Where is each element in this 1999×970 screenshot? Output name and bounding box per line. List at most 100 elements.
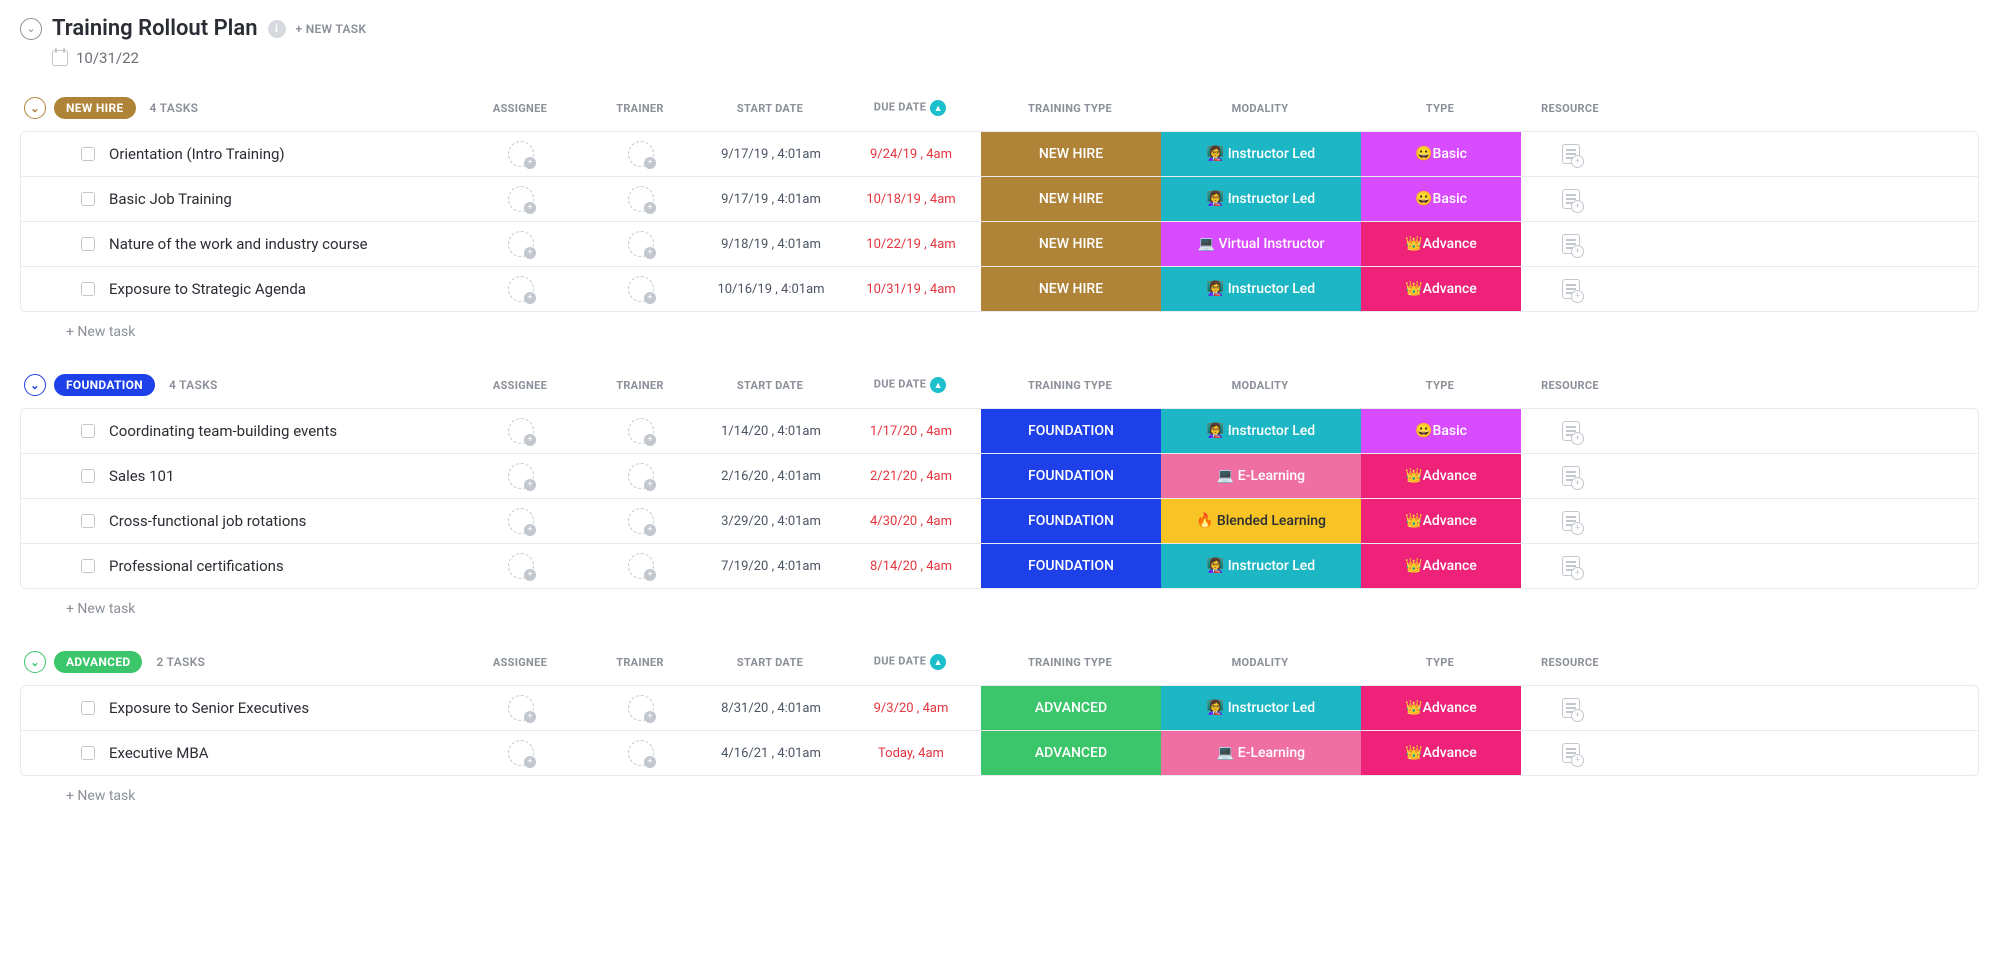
task-row[interactable]: Orientation (Intro Training)9/17/19 , 4:…	[21, 132, 1978, 176]
training-type-tag[interactable]: NEW HIRE	[981, 222, 1161, 266]
group-collapse-toggle[interactable]: ⌄	[24, 97, 46, 119]
training-type-tag[interactable]: FOUNDATION	[981, 499, 1161, 543]
column-header-resource[interactable]: RESOURCE	[1520, 650, 1620, 675]
task-checkbox[interactable]	[81, 424, 95, 438]
type-tag[interactable]: 😀Basic	[1361, 132, 1521, 176]
column-header-resource[interactable]: RESOURCE	[1520, 96, 1620, 121]
column-header-trainer[interactable]: TRAINER	[580, 650, 700, 675]
task-checkbox[interactable]	[81, 192, 95, 206]
due-date-cell[interactable]: 4/30/20 , 4am	[841, 499, 981, 543]
modality-tag[interactable]: 👩‍🏫 Instructor Led	[1161, 544, 1361, 588]
column-header-trainer[interactable]: TRAINER	[580, 96, 700, 121]
task-name-cell[interactable]: Exposure to Senior Executives	[21, 686, 461, 730]
type-tag[interactable]: 😀Basic	[1361, 409, 1521, 453]
column-header-due-date[interactable]: DUE DATE▲	[840, 648, 980, 676]
task-name-cell[interactable]: Exposure to Strategic Agenda	[21, 267, 461, 311]
task-row[interactable]: Cross-functional job rotations3/29/20 , …	[21, 498, 1978, 543]
add-assignee-icon[interactable]	[628, 141, 654, 167]
training-type-tag[interactable]: FOUNDATION	[981, 454, 1161, 498]
resource-cell[interactable]	[1521, 454, 1621, 498]
training-type-tag[interactable]: NEW HIRE	[981, 132, 1161, 176]
new-task-header-button[interactable]: + NEW TASK	[296, 22, 367, 36]
assignee-cell[interactable]	[461, 499, 581, 543]
type-tag[interactable]: 😀Basic	[1361, 177, 1521, 221]
group-badge[interactable]: NEW HIRE	[54, 97, 136, 119]
assignee-cell[interactable]	[461, 409, 581, 453]
group-badge[interactable]: ADVANCED	[54, 651, 142, 673]
task-name-cell[interactable]: Cross-functional job rotations	[21, 499, 461, 543]
training-type-tag-cell[interactable]: FOUNDATION	[981, 454, 1161, 498]
column-header-start-date[interactable]: START DATE	[700, 373, 840, 398]
start-date-cell[interactable]: 10/16/19 , 4:01am	[701, 267, 841, 311]
column-header-modality[interactable]: MODALITY	[1160, 373, 1360, 398]
task-name-cell[interactable]: Coordinating team-building events	[21, 409, 461, 453]
training-type-tag[interactable]: NEW HIRE	[981, 267, 1161, 311]
type-tag-cell[interactable]: 😀Basic	[1361, 132, 1521, 176]
add-assignee-icon[interactable]	[628, 276, 654, 302]
add-assignee-icon[interactable]	[628, 463, 654, 489]
training-type-tag-cell[interactable]: NEW HIRE	[981, 132, 1161, 176]
add-resource-icon[interactable]	[1562, 556, 1580, 576]
training-type-tag-cell[interactable]: FOUNDATION	[981, 544, 1161, 588]
trainer-cell[interactable]	[581, 267, 701, 311]
modality-tag[interactable]: 👩‍🏫 Instructor Led	[1161, 267, 1361, 311]
column-header-type[interactable]: TYPE	[1360, 650, 1520, 675]
start-date-cell[interactable]: 9/17/19 , 4:01am	[701, 177, 841, 221]
modality-tag-cell[interactable]: 💻 Virtual Instructor	[1161, 222, 1361, 266]
add-resource-icon[interactable]	[1562, 743, 1580, 763]
add-resource-icon[interactable]	[1562, 189, 1580, 209]
task-checkbox[interactable]	[81, 469, 95, 483]
modality-tag-cell[interactable]: 👩‍🏫 Instructor Led	[1161, 132, 1361, 176]
column-header-start-date[interactable]: START DATE	[700, 96, 840, 121]
assignee-cell[interactable]	[461, 686, 581, 730]
task-name-cell[interactable]: Sales 101	[21, 454, 461, 498]
type-tag-cell[interactable]: 😀Basic	[1361, 177, 1521, 221]
task-checkbox[interactable]	[81, 237, 95, 251]
resource-cell[interactable]	[1521, 177, 1621, 221]
type-tag[interactable]: 👑Advance	[1361, 267, 1521, 311]
column-header-training-type[interactable]: TRAINING TYPE	[980, 96, 1160, 121]
resource-cell[interactable]	[1521, 544, 1621, 588]
add-assignee-icon[interactable]	[628, 553, 654, 579]
trainer-cell[interactable]	[581, 177, 701, 221]
add-assignee-icon[interactable]	[508, 186, 534, 212]
resource-cell[interactable]	[1521, 499, 1621, 543]
task-row[interactable]: Exposure to Strategic Agenda 10/16/19 , 4…	[21, 266, 1978, 311]
task-name-cell[interactable]: Nature of the work and industry course	[21, 222, 461, 266]
add-resource-icon[interactable]	[1562, 421, 1580, 441]
resource-cell[interactable]	[1521, 132, 1621, 176]
add-resource-icon[interactable]	[1562, 144, 1580, 164]
column-header-modality[interactable]: MODALITY	[1160, 650, 1360, 675]
resource-cell[interactable]	[1521, 686, 1621, 730]
add-assignee-icon[interactable]	[508, 508, 534, 534]
modality-tag-cell[interactable]: 👩‍🏫 Instructor Led	[1161, 686, 1361, 730]
start-date-cell[interactable]: 4/16/21 , 4:01am	[701, 731, 841, 775]
assignee-cell[interactable]	[461, 454, 581, 498]
type-tag[interactable]: 👑Advance	[1361, 686, 1521, 730]
modality-tag[interactable]: 💻 E-Learning	[1161, 731, 1361, 775]
task-checkbox[interactable]	[81, 282, 95, 296]
start-date-cell[interactable]: 8/31/20 , 4:01am	[701, 686, 841, 730]
type-tag[interactable]: 👑Advance	[1361, 222, 1521, 266]
add-assignee-icon[interactable]	[508, 418, 534, 444]
resource-cell[interactable]	[1521, 267, 1621, 311]
modality-tag[interactable]: 👩‍🏫 Instructor Led	[1161, 177, 1361, 221]
training-type-tag-cell[interactable]: ADVANCED	[981, 731, 1161, 775]
assignee-cell[interactable]	[461, 544, 581, 588]
type-tag-cell[interactable]: 😀Basic	[1361, 409, 1521, 453]
group-badge[interactable]: FOUNDATION	[54, 374, 155, 396]
column-header-training-type[interactable]: TRAINING TYPE	[980, 373, 1160, 398]
type-tag-cell[interactable]: 👑Advance	[1361, 499, 1521, 543]
column-header-training-type[interactable]: TRAINING TYPE	[980, 650, 1160, 675]
type-tag-cell[interactable]: 👑Advance	[1361, 686, 1521, 730]
due-date-cell[interactable]: 9/3/20 , 4am	[841, 686, 981, 730]
trainer-cell[interactable]	[581, 454, 701, 498]
column-header-assignee[interactable]: ASSIGNEE	[460, 650, 580, 675]
due-date-cell[interactable]: 8/14/20 , 4am	[841, 544, 981, 588]
modality-tag[interactable]: 💻 Virtual Instructor	[1161, 222, 1361, 266]
trainer-cell[interactable]	[581, 409, 701, 453]
task-checkbox[interactable]	[81, 147, 95, 161]
due-date-cell[interactable]: Today, 4am	[841, 731, 981, 775]
add-assignee-icon[interactable]	[628, 231, 654, 257]
trainer-cell[interactable]	[581, 686, 701, 730]
